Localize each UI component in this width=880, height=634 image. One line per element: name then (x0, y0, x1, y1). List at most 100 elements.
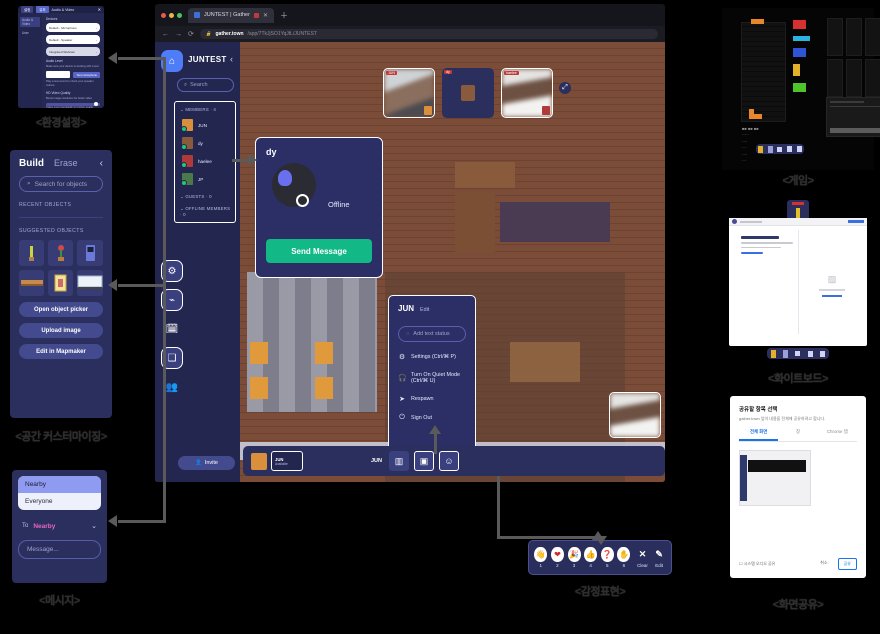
emoji-reaction-bar[interactable]: 👋 1 ❤ 2 🎉 3 👍 4 ❓ 5 ✋ 6 ✕ Clear ✎ Edit (528, 540, 672, 575)
expand-icon[interactable]: ⤢ (559, 82, 571, 94)
emoji-button-1[interactable]: 👋 1 (534, 547, 548, 568)
reload-icon[interactable]: ⟳ (188, 30, 194, 38)
edit-in-mapmaker-button[interactable]: Edit in Mapmaker (19, 344, 103, 359)
back-arrow-icon[interactable]: ← (162, 31, 169, 38)
text-status-input[interactable]: ◌ Add text status (398, 326, 466, 342)
recipient-dropdown-list[interactable]: Nearby Everyone (18, 476, 101, 510)
menu-item-respawn[interactable]: ➤ Respawn (398, 395, 466, 403)
menu-item-sign-out[interactable]: ⏻ Sign Out (398, 414, 466, 422)
object-whiteboard[interactable] (77, 270, 103, 296)
emoji-icon[interactable]: ☺ (439, 451, 460, 471)
game-chat-panel[interactable] (826, 97, 880, 137)
dialog-tabs[interactable]: 전체 화면 창 Chrome 탭 (739, 429, 857, 442)
avatar[interactable] (251, 452, 267, 470)
plus-icon[interactable]: ＋ (280, 10, 288, 21)
emoji-clear-button[interactable]: ✕ Clear (636, 547, 650, 568)
emoji-button-6[interactable]: ✋ 6 (617, 547, 631, 568)
emoji-button-4[interactable]: 👍 4 (584, 547, 598, 568)
cancel-button[interactable]: 취소 (815, 558, 832, 570)
hd-video-slider[interactable] (46, 102, 100, 107)
settings-nav[interactable]: Audio & Video User (18, 13, 42, 108)
whiteboard-topbar[interactable] (729, 218, 867, 226)
window-controls[interactable] (161, 12, 182, 18)
toolbar-highlight[interactable] (848, 220, 864, 223)
menu-item-settings[interactable]: ⚙ Settings (Ctrl/⌘ P) (398, 353, 466, 361)
video-tile[interactable]: JUN (383, 68, 435, 118)
settings-panel[interactable]: 설정 유저 Audio & Video ✕ Audio & Video User… (18, 6, 104, 108)
object-poster[interactable] (48, 270, 73, 296)
avatar-name-badge[interactable]: JUN Available (271, 451, 303, 471)
whiteboard-app[interactable]: ▨ (729, 218, 867, 346)
camera-select[interactable]: Integrated Webcam (46, 47, 100, 56)
browser-window[interactable]: JUNTEST | Gather ✕ ＋ ← → ⟳ 🔒 gather.town… (155, 4, 665, 482)
chevron-left-icon[interactable]: ‹ (230, 54, 233, 64)
video-tile[interactable]: haelee (501, 68, 553, 118)
list-item[interactable]: JP (181, 173, 231, 186)
object-bench[interactable] (19, 270, 44, 296)
suggested-objects-grid[interactable] (19, 240, 103, 296)
erase-tab[interactable]: Erase (54, 158, 78, 168)
object-flower[interactable] (48, 240, 73, 266)
video-tiles[interactable]: JUN dy haelee (383, 68, 553, 118)
to-value[interactable]: Nearby (33, 523, 55, 530)
mic-select[interactable]: Default - Microphone (46, 23, 100, 32)
share-button[interactable]: 공유 (837, 558, 857, 570)
settings-close-icon[interactable]: ✕ (98, 7, 101, 12)
mic-on-icon[interactable] (424, 106, 432, 115)
whiteboard-screenshot[interactable]: ▨ (722, 196, 874, 368)
recipient-option-nearby[interactable]: Nearby (18, 476, 101, 493)
member-search-input[interactable]: ⌕ Search (177, 78, 234, 92)
close-icon[interactable]: ✕ (263, 12, 268, 19)
settings-nav-item-user[interactable]: User (20, 30, 40, 36)
whiteboard-bottom-bar[interactable] (767, 348, 829, 359)
chevron-left-icon[interactable]: ‹ (100, 158, 103, 169)
tab-chrome-tab[interactable]: Chrome 탭 (818, 429, 857, 441)
screen-thumbnail[interactable] (739, 450, 811, 506)
speaker-select[interactable]: Default - Speaker (46, 35, 100, 44)
test-microphone-button[interactable]: Test microphone (73, 71, 100, 78)
invite-button[interactable]: 👤 Invite (178, 456, 235, 470)
members-section-header[interactable]: ⌄ MEMBERS · 4 (180, 107, 231, 113)
message-input[interactable]: Message... (18, 540, 101, 559)
browser-urlbar[interactable]: ← → ⟳ 🔒 gather.town /app/7TkJjSO1YqJtL/J… (155, 26, 665, 42)
list-item[interactable]: haelee (181, 155, 231, 168)
object-plant[interactable] (19, 240, 44, 266)
list-item[interactable]: dy (181, 137, 231, 150)
emoji-button-3[interactable]: 🎉 3 (567, 547, 581, 568)
game-screenshot[interactable]: ■■ ■■ ■■ ····· ···· ··· ···· ··· (722, 8, 880, 170)
edit-profile-link[interactable]: Edit (420, 307, 429, 313)
object-arcade[interactable] (77, 240, 103, 266)
self-video-tile[interactable] (609, 392, 661, 438)
settings-nav-item-audio-video[interactable]: Audio & Video (20, 17, 40, 27)
emoji-edit-button[interactable]: ✎ Edit (652, 547, 666, 568)
upload-image-button[interactable]: Upload image (19, 323, 103, 338)
menu-item-quiet-mode[interactable]: 🎧 Turn On Quiet Mode (Ctrl/⌘ U) (398, 372, 466, 384)
tab-entire-screen[interactable]: 전체 화면 (739, 429, 779, 441)
video-tile[interactable]: dy (442, 68, 494, 118)
whiteboard-link[interactable] (741, 252, 763, 254)
members-list[interactable]: ⌄ MEMBERS · 4 JUN dy haelee JP ⌄ GUESTS … (174, 101, 236, 223)
message-panel[interactable]: Nearby Everyone To Nearby ⌄ Message... (12, 470, 107, 583)
mic-off-icon[interactable] (542, 106, 550, 115)
screen-share-icon[interactable]: ▥ (389, 451, 410, 471)
settings-tab-user[interactable]: 유저 (36, 6, 49, 13)
chevron-down-icon[interactable]: ⌄ (91, 522, 97, 530)
forward-arrow-icon[interactable]: → (175, 31, 182, 38)
recipient-row[interactable]: To Nearby ⌄ (18, 519, 101, 533)
browser-tab[interactable]: JUNTEST | Gather ✕ (188, 7, 274, 23)
gather-space[interactable]: ⌂ JUNTEST ‹ ⌕ Search ⌄ MEMBERS · 4 JUN d… (155, 42, 665, 482)
screenshare-dialog[interactable]: 공유할 항목 선택 gather.town 앞이 내용을 전체에 공유하려고 합… (730, 396, 866, 578)
send-message-button[interactable]: Send Message (266, 239, 372, 263)
game-toolbar[interactable] (756, 144, 804, 154)
screenshare-screenshot[interactable]: 공유할 항목 선택 gather.town 앞이 내용을 전체에 공유하려고 합… (722, 390, 874, 590)
gather-sidebar[interactable]: ⌂ JUNTEST ‹ ⌕ Search ⌄ MEMBERS · 4 JUN d… (155, 42, 240, 482)
offline-section-header[interactable]: ⌄ OFFLINE MEMBERS · 0 (180, 206, 231, 217)
address-input[interactable]: 🔒 gather.town /app/7TkJjSO1YqJtL/JUNTEST (199, 29, 658, 39)
build-tab[interactable]: Build (19, 158, 44, 169)
object-search-input[interactable]: ⌕ Search for objects (19, 176, 103, 192)
emoji-button-5[interactable]: ❓ 5 (600, 547, 615, 568)
share-audio-checkbox[interactable]: ☐ 시스템 오디오 공유 (739, 561, 775, 567)
build-panel[interactable]: Build Erase ‹ ⌕ Search for objects RECEN… (10, 150, 112, 418)
emoji-button-2[interactable]: ❤ 2 (550, 547, 565, 568)
tab-window[interactable]: 창 (778, 429, 817, 441)
